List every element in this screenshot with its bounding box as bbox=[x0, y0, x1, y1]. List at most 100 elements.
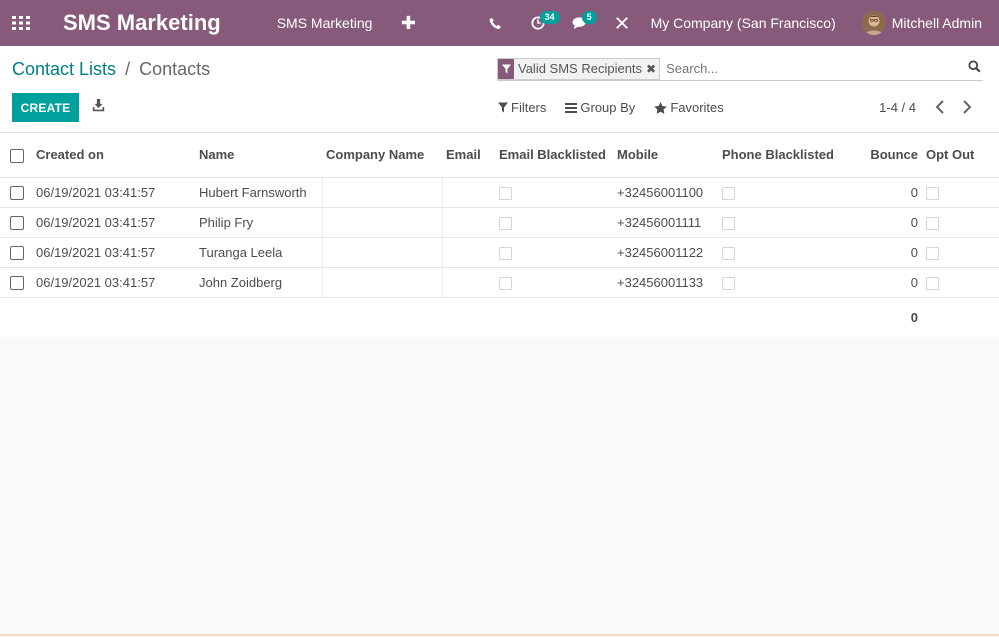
cell-created-on: 06/19/2021 03:41:57 bbox=[32, 207, 195, 238]
select-all-checkbox[interactable] bbox=[0, 133, 32, 178]
create-button[interactable]: CREATE bbox=[12, 93, 79, 122]
column-company[interactable]: Company Name bbox=[322, 133, 442, 178]
cell-bounce: 0 bbox=[853, 207, 922, 238]
cell-email-blacklisted bbox=[495, 177, 613, 208]
cell-email bbox=[441, 207, 495, 238]
star-icon bbox=[654, 101, 668, 114]
cell-bounce: 0 bbox=[853, 237, 922, 268]
column-created-on[interactable]: Created on bbox=[32, 133, 195, 178]
table-header-row: Created on Name Company Name Email Email… bbox=[0, 133, 999, 178]
menu-sms-marketing[interactable]: SMS Marketing bbox=[277, 15, 373, 31]
search-input[interactable] bbox=[666, 61, 983, 76]
avatar[interactable] bbox=[861, 11, 886, 35]
table-row[interactable]: 06/19/2021 03:41:57 Turanga Leela +32456… bbox=[0, 237, 999, 268]
row-select-checkbox[interactable] bbox=[0, 237, 32, 268]
column-mobile[interactable]: Mobile bbox=[613, 133, 718, 178]
phone-icon[interactable] bbox=[481, 0, 511, 46]
breadcrumb-contact-lists[interactable]: Contact Lists bbox=[12, 59, 116, 79]
table-row[interactable]: 06/19/2021 03:41:57 John Zoidberg +32456… bbox=[0, 267, 999, 298]
cell-opt-out bbox=[922, 267, 999, 298]
plus-icon[interactable]: ✚ bbox=[398, 13, 418, 34]
cell-company bbox=[321, 207, 442, 238]
favorites-label: Favorites bbox=[670, 100, 724, 115]
contacts-table: Created on Name Company Name Email Email… bbox=[0, 133, 999, 337]
control-panel: Contact Lists / Contacts Valid SMS Recip… bbox=[0, 46, 999, 133]
filter-icon bbox=[498, 102, 508, 113]
cell-bounce: 0 bbox=[853, 267, 922, 298]
facet-remove-icon[interactable]: ✖ bbox=[646, 58, 660, 79]
filter-icon bbox=[498, 58, 514, 79]
facet-label: Valid SMS Recipients bbox=[514, 58, 647, 79]
cell-email bbox=[441, 177, 495, 208]
apps-menu-icon[interactable] bbox=[0, 0, 42, 46]
column-opt-out[interactable]: Opt Out bbox=[922, 133, 999, 178]
activity-count-badge: 34 bbox=[539, 11, 560, 24]
list-icon bbox=[565, 102, 578, 113]
debug-tools-icon[interactable] bbox=[607, 0, 637, 46]
cell-company bbox=[321, 267, 442, 298]
cell-phone-blacklisted bbox=[718, 237, 853, 268]
chevron-left-icon[interactable] bbox=[935, 100, 945, 117]
user-menu[interactable]: Mitchell Admin bbox=[892, 15, 982, 31]
bounce-total: 0 bbox=[910, 309, 918, 325]
cell-name: Philip Fry bbox=[195, 207, 322, 238]
cell-created-on: 06/19/2021 03:41:57 bbox=[32, 267, 195, 298]
favorites-button[interactable]: Favorites bbox=[654, 100, 724, 115]
row-select-checkbox[interactable] bbox=[0, 177, 32, 208]
cell-company bbox=[321, 237, 442, 268]
cell-name: Turanga Leela bbox=[195, 237, 322, 268]
cell-created-on: 06/19/2021 03:41:57 bbox=[32, 177, 195, 208]
groupby-button[interactable]: Group By bbox=[565, 100, 635, 115]
search-box: Valid SMS Recipients ✖ bbox=[497, 57, 983, 81]
cell-name: Hubert Farnsworth bbox=[195, 177, 322, 208]
cell-email-blacklisted bbox=[495, 267, 613, 298]
cell-opt-out bbox=[922, 207, 999, 238]
activity-clock-icon[interactable]: 34 bbox=[523, 0, 560, 46]
cell-email bbox=[441, 237, 495, 268]
app-brand[interactable]: SMS Marketing bbox=[63, 10, 221, 36]
cell-mobile: +32456001111 bbox=[613, 207, 718, 238]
breadcrumb: Contact Lists / Contacts bbox=[12, 59, 210, 80]
chevron-right-icon[interactable] bbox=[962, 100, 972, 117]
pager-value[interactable]: 1-4 / 4 bbox=[879, 100, 916, 115]
column-phone-blacklisted[interactable]: Phone Blacklisted bbox=[718, 133, 853, 178]
message-count-badge: 5 bbox=[581, 11, 597, 24]
cell-name: John Zoidberg bbox=[195, 267, 322, 298]
cell-mobile: +32456001133 bbox=[613, 267, 718, 298]
list-view: Created on Name Company Name Email Email… bbox=[0, 133, 999, 337]
cell-email-blacklisted bbox=[495, 207, 613, 238]
cell-created-on: 06/19/2021 03:41:57 bbox=[32, 237, 195, 268]
table-footer-row: 0 bbox=[0, 297, 999, 337]
cell-email bbox=[441, 267, 495, 298]
groupby-label: Group By bbox=[580, 100, 636, 115]
column-name[interactable]: Name bbox=[195, 133, 322, 178]
cell-bounce: 0 bbox=[853, 177, 922, 208]
breadcrumb-separator: / bbox=[125, 59, 131, 79]
company-switcher[interactable]: My Company (San Francisco) bbox=[651, 15, 836, 31]
top-navbar: SMS Marketing SMS Marketing ✚ 34 5 My Co… bbox=[0, 0, 999, 46]
filters-button[interactable]: Filters bbox=[498, 100, 546, 115]
cell-mobile: +32456001100 bbox=[613, 177, 718, 208]
breadcrumb-current: Contacts bbox=[139, 59, 211, 79]
cell-mobile: +32456001122 bbox=[613, 237, 718, 268]
messages-icon[interactable]: 5 bbox=[565, 0, 597, 46]
cell-email-blacklisted bbox=[495, 237, 613, 268]
row-select-checkbox[interactable] bbox=[0, 207, 32, 238]
search-facet: Valid SMS Recipients ✖ bbox=[497, 57, 661, 80]
cell-phone-blacklisted bbox=[718, 177, 853, 208]
column-email[interactable]: Email bbox=[442, 133, 495, 178]
column-bounce[interactable]: Bounce bbox=[853, 133, 922, 178]
filters-label: Filters bbox=[511, 100, 547, 115]
cell-phone-blacklisted bbox=[718, 207, 853, 238]
cell-phone-blacklisted bbox=[718, 267, 853, 298]
column-email-blacklisted[interactable]: Email Blacklisted bbox=[495, 133, 613, 178]
search-icon[interactable] bbox=[968, 60, 981, 76]
download-icon[interactable] bbox=[92, 99, 105, 115]
row-select-checkbox[interactable] bbox=[0, 267, 32, 298]
cell-opt-out bbox=[922, 237, 999, 268]
table-row[interactable]: 06/19/2021 03:41:57 Hubert Farnsworth +3… bbox=[0, 177, 999, 208]
table-row[interactable]: 06/19/2021 03:41:57 Philip Fry +32456001… bbox=[0, 207, 999, 238]
search-options: Filters Group By Favorites bbox=[498, 100, 743, 115]
bottom-divider bbox=[0, 634, 999, 636]
cell-opt-out bbox=[922, 177, 999, 208]
